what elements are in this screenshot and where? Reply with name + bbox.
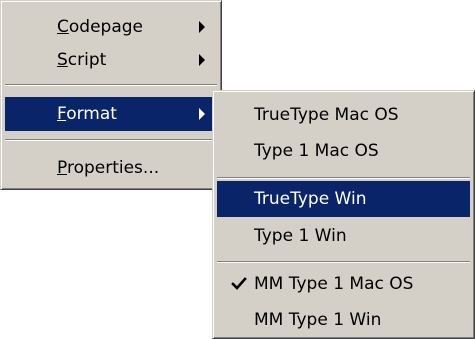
menu-item-label: Script <box>57 50 107 70</box>
menu-item-label: TrueType Win <box>254 189 367 209</box>
menu-separator <box>5 139 217 141</box>
format-submenu: TrueType Mac OS Type 1 Mac OS TrueType W… <box>212 90 475 339</box>
submenu-item-mm-type1-win[interactable]: MM Type 1 Win <box>217 302 470 338</box>
menu-item-label: TrueType Mac OS <box>254 105 399 125</box>
submenu-arrow-icon <box>199 108 205 120</box>
menu-item-label: Type 1 Mac OS <box>254 141 379 161</box>
menu-item-codepage[interactable]: Codepage <box>5 10 217 44</box>
menu-item-properties[interactable]: Properties... <box>5 151 217 185</box>
menu-item-script[interactable]: Script <box>5 43 217 77</box>
submenu-item-type1-mac-os[interactable]: Type 1 Mac OS <box>217 133 470 169</box>
context-menu: Codepage Script Format Properties... <box>0 0 222 190</box>
submenu-item-truetype-win[interactable]: TrueType Win <box>217 181 470 217</box>
menu-separator <box>5 84 217 86</box>
menu-item-label: Format <box>57 104 117 124</box>
menu-separator <box>217 261 470 263</box>
checkmark-icon <box>231 277 247 290</box>
menu-item-format[interactable]: Format <box>5 97 217 131</box>
submenu-item-mm-type1-mac-os[interactable]: MM Type 1 Mac OS <box>217 266 470 302</box>
menu-item-label: Codepage <box>57 17 143 37</box>
submenu-item-truetype-mac-os[interactable]: TrueType Mac OS <box>217 97 470 133</box>
menu-item-label: Properties... <box>57 158 160 178</box>
menu-item-label: MM Type 1 Win <box>254 310 382 330</box>
menu-separator <box>217 177 470 179</box>
menu-item-label: Type 1 Win <box>254 226 347 246</box>
submenu-arrow-icon <box>199 54 205 66</box>
submenu-arrow-icon <box>199 21 205 33</box>
submenu-item-type1-win[interactable]: Type 1 Win <box>217 218 470 254</box>
menu-item-label: MM Type 1 Mac OS <box>254 274 414 294</box>
